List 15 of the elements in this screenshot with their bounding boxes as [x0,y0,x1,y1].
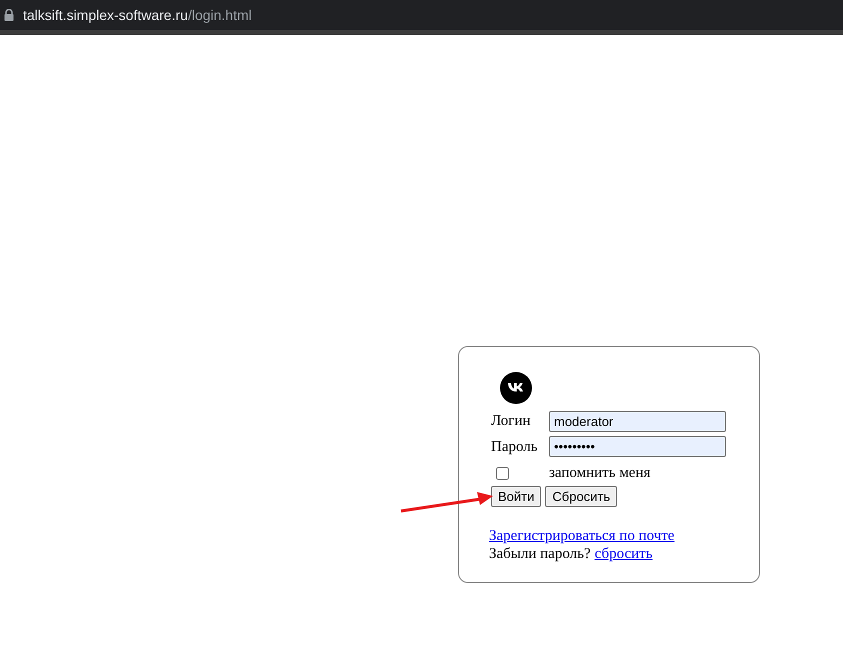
vk-logo-icon[interactable] [500,372,532,404]
lock-icon [4,9,14,21]
remember-checkbox[interactable] [496,466,509,480]
login-field[interactable]: moderator [549,410,726,432]
reset-button[interactable]: Сбросить [545,486,618,507]
remember-label: запомнить меня [549,464,652,483]
reset-password-link[interactable]: сбросить [594,545,653,563]
password-label: Пароль [491,438,539,456]
login-label: Логин [491,412,532,431]
login-button[interactable]: Войти [491,486,542,507]
forgot-password-text: Забыли пароль? [489,545,591,563]
url-text: talksift.simplex-software.ru/login.html [23,6,252,25]
password-field[interactable]: ••••••••• [549,436,726,458]
address-bar[interactable]: talksift.simplex-software.ru/login.html [0,0,843,35]
register-link[interactable]: Зарегистрироваться по почте [489,527,674,545]
